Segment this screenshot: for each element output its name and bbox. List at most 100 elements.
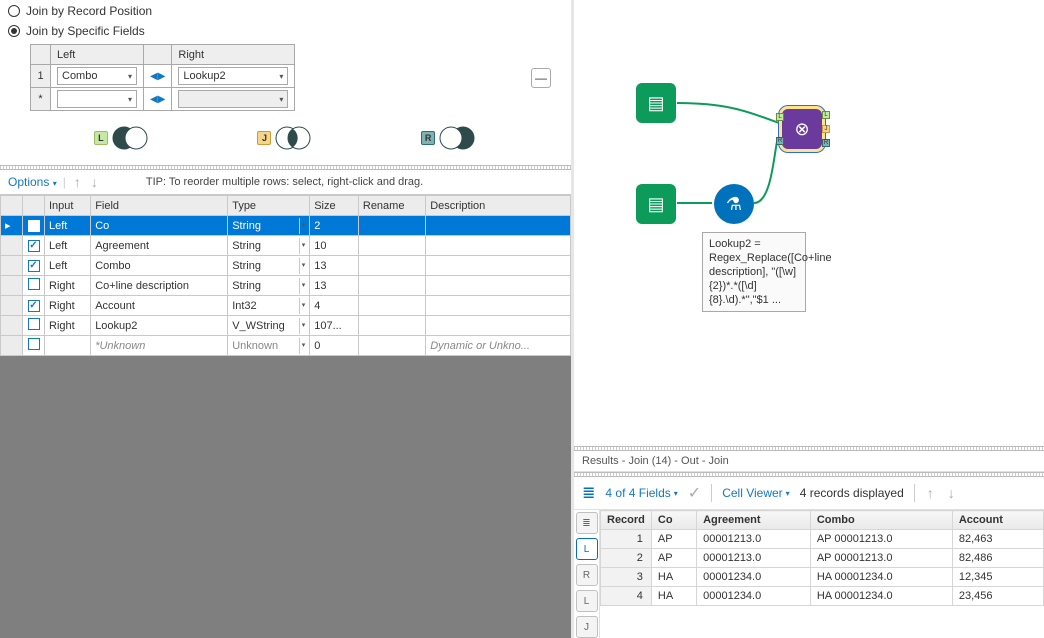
type-cell[interactable]: String▾ [228, 276, 310, 296]
col-combo[interactable]: Combo [810, 511, 952, 530]
tab-all[interactable]: ≣ [576, 512, 598, 534]
field-row[interactable]: LeftComboString▾13 [1, 256, 571, 276]
tab-j[interactable]: J [576, 616, 598, 638]
field-row[interactable]: LeftAgreementString▾10 [1, 236, 571, 256]
tab-l2[interactable]: L [576, 590, 598, 612]
field-cell: Combo [91, 256, 228, 276]
rename-cell[interactable] [358, 336, 425, 356]
col-Size[interactable]: Size [310, 196, 359, 216]
field-row[interactable]: *UnknownUnknown▾0 Dynamic or Unkno... [1, 336, 571, 356]
type-cell[interactable]: String▾ [228, 256, 310, 276]
prev-button[interactable]: ↑ [925, 485, 936, 501]
rename-cell[interactable] [358, 216, 425, 236]
fields-menu[interactable]: 4 of 4 Fields ▾ [605, 486, 677, 500]
swap-left-icon[interactable]: ◀ [150, 94, 158, 105]
rename-cell[interactable] [358, 296, 425, 316]
next-button[interactable]: ↓ [946, 485, 957, 501]
col-co[interactable]: Co [651, 511, 696, 530]
move-down-button[interactable]: ↓ [89, 174, 100, 190]
input-tool-2[interactable]: ▤ [636, 184, 676, 224]
anchor-l-out[interactable]: L [822, 111, 830, 119]
field-row[interactable]: RightCo+line descriptionString▾13 [1, 276, 571, 296]
record-num: 4 [601, 587, 652, 606]
remove-row-button[interactable]: — [531, 68, 551, 88]
swap-left-icon[interactable]: ◀ [150, 71, 158, 82]
col-blank1[interactable] [23, 196, 45, 216]
input-tool-1[interactable]: ▤ [636, 83, 676, 123]
field-cell: Co [91, 216, 228, 236]
venn-join[interactable]: J [257, 125, 313, 151]
results-row[interactable]: 1AP00001213.0AP 00001213.082,463 [601, 530, 1044, 549]
formula-tool[interactable]: ⚗ [714, 184, 754, 224]
include-checkbox[interactable] [23, 336, 45, 356]
options-menu[interactable]: Options ▾ [8, 175, 57, 189]
cell-viewer-menu[interactable]: Cell Viewer ▾ [722, 486, 789, 500]
rename-cell[interactable] [358, 276, 425, 296]
size-cell[interactable]: 4 [310, 296, 359, 316]
field-row[interactable]: RightLookup2V_WString▾107... [1, 316, 571, 336]
cell-account: 23,456 [952, 587, 1043, 606]
right-field-select[interactable]: Lookup2▾ [178, 67, 288, 85]
size-cell[interactable]: 0 [310, 336, 359, 356]
hint-text: TIP: To reorder multiple rows: select, r… [146, 176, 423, 188]
anchor-r-out[interactable]: R [822, 139, 830, 147]
include-checkbox[interactable] [23, 216, 45, 236]
field-cell: *Unknown [91, 336, 228, 356]
radio-join-by-position[interactable]: Join by Record Position [0, 0, 571, 20]
results-row[interactable]: 3HA00001234.0HA 00001234.012,345 [601, 568, 1044, 587]
radio-join-by-fields[interactable]: Join by Specific Fields [0, 20, 571, 40]
type-cell[interactable]: String▾ [228, 236, 310, 256]
include-checkbox[interactable] [23, 236, 45, 256]
col-record[interactable]: Record [601, 511, 652, 530]
tab-l[interactable]: L [576, 538, 598, 560]
type-cell[interactable]: String▾ [228, 216, 310, 236]
include-checkbox[interactable] [23, 276, 45, 296]
col-Field[interactable]: Field [91, 196, 228, 216]
right-field-select[interactable]: ▾ [178, 90, 288, 108]
venn-right[interactable]: R [421, 125, 477, 151]
check-icon[interactable]: ✓ [688, 483, 701, 503]
rename-cell[interactable] [358, 316, 425, 336]
size-cell[interactable]: 107... [310, 316, 359, 336]
type-cell[interactable]: Int32▾ [228, 296, 310, 316]
results-row[interactable]: 4HA00001234.0HA 00001234.023,456 [601, 587, 1044, 606]
type-cell[interactable]: V_WString▾ [228, 316, 310, 336]
rename-cell[interactable] [358, 256, 425, 276]
size-cell[interactable]: 13 [310, 276, 359, 296]
include-checkbox[interactable] [23, 316, 45, 336]
col-blank0[interactable] [1, 196, 23, 216]
move-up-button[interactable]: ↑ [72, 174, 83, 190]
col-Input[interactable]: Input [45, 196, 91, 216]
anchor-r-in[interactable]: R [776, 137, 784, 145]
col-account[interactable]: Account [952, 511, 1043, 530]
anchor-j-out[interactable]: J [822, 125, 830, 133]
swap-right-icon[interactable]: ▶ [158, 94, 166, 105]
tab-r[interactable]: R [576, 564, 598, 586]
field-row[interactable]: ▸LeftCoString▾2 [1, 216, 571, 236]
desc-cell [426, 236, 571, 256]
size-cell[interactable]: 2 [310, 216, 359, 236]
include-checkbox[interactable] [23, 296, 45, 316]
cell-combo: HA 00001234.0 [810, 568, 952, 587]
join-tool[interactable]: ⊗ L R L J R [782, 109, 822, 149]
venn-left[interactable]: L [94, 125, 150, 151]
size-cell[interactable]: 13 [310, 256, 359, 276]
input-cell: Right [45, 276, 91, 296]
col-agreement[interactable]: Agreement [697, 511, 811, 530]
include-checkbox[interactable] [23, 256, 45, 276]
col-Description[interactable]: Description [426, 196, 571, 216]
left-field-select[interactable]: Combo▾ [57, 67, 137, 85]
workflow-canvas[interactable]: ▤ ▤ ⚗ ⊗ L R L J R Lookup2 = Regex_Replac… [574, 0, 1044, 446]
swap-right-icon[interactable]: ▶ [158, 71, 166, 82]
anchor-l-in[interactable]: L [776, 113, 784, 121]
menu-icon[interactable]: ≣ [582, 483, 595, 503]
size-cell[interactable]: 10 [310, 236, 359, 256]
field-row[interactable]: RightAccountInt32▾4 [1, 296, 571, 316]
rename-cell[interactable] [358, 236, 425, 256]
desc-cell: Dynamic or Unkno... [426, 336, 571, 356]
type-cell[interactable]: Unknown▾ [228, 336, 310, 356]
col-Rename[interactable]: Rename [358, 196, 425, 216]
col-Type[interactable]: Type [228, 196, 310, 216]
results-row[interactable]: 2AP00001213.0AP 00001213.082,486 [601, 549, 1044, 568]
left-field-select[interactable]: ▾ [57, 90, 137, 108]
